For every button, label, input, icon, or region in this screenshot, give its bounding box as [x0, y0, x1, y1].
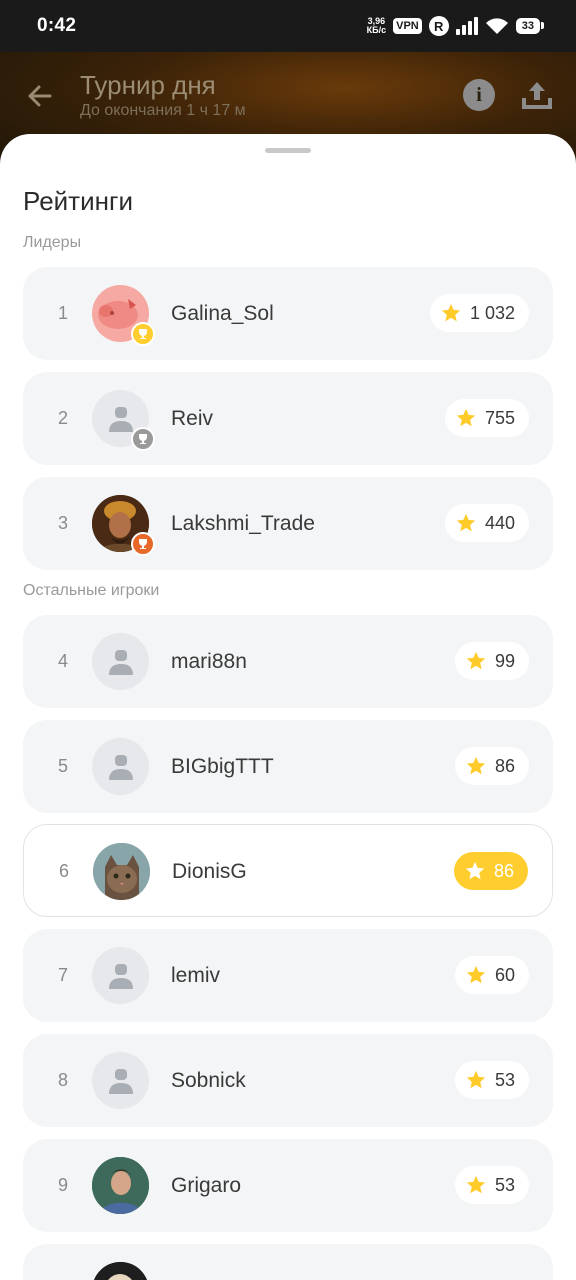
rank: 2: [57, 408, 68, 428]
sheet-title: Рейтинги: [23, 186, 133, 216]
status-icons: 3,96 КБ/с VPN R 33: [367, 16, 545, 36]
rank: 8: [57, 1070, 68, 1090]
player-name: mari88n: [171, 649, 247, 673]
share-button[interactable]: [520, 78, 554, 112]
score-badge: 86: [454, 747, 529, 785]
avatar: [92, 1052, 149, 1109]
player-name: lemiv: [171, 963, 221, 987]
rank: 7: [57, 965, 68, 985]
wifi-icon: [485, 18, 508, 34]
silver-trophy-icon: [131, 427, 155, 451]
others-label: Остальные игроки: [23, 582, 160, 599]
time-remaining: До окончания 1 ч 17 м: [80, 102, 246, 119]
rank: 5: [57, 756, 68, 776]
avatar: [92, 285, 155, 346]
current-user-row[interactable]: 6 DionisG 86: [23, 824, 553, 917]
gold-trophy-icon: [131, 322, 155, 346]
avatar: [92, 1262, 149, 1280]
score-value: 86: [493, 860, 514, 881]
leaderboard-row[interactable]: 4 mari88n 99: [23, 615, 553, 708]
star-icon: [465, 861, 485, 880]
star-icon: [466, 965, 486, 984]
score-badge: 440: [444, 504, 529, 542]
player-name: BIGbigTTT: [171, 754, 274, 778]
avatar: [92, 495, 155, 556]
leaders-label: Лидеры: [23, 234, 82, 251]
avatar: [92, 947, 149, 1004]
leaderboard-row[interactable]: [23, 1244, 553, 1280]
status-bar: 0:42 3,96 КБ/с VPN R 33: [0, 0, 576, 52]
default-user-icon: [108, 963, 133, 989]
leaderboard-row[interactable]: 9 Grigaro 53: [23, 1139, 553, 1232]
star-icon: [441, 303, 461, 322]
leaderboard-row[interactable]: 5 BIGbigTTT 86: [23, 720, 553, 813]
player-name: Galina_Sol: [171, 301, 274, 325]
player-name: Sobnick: [171, 1068, 246, 1092]
bronze-trophy-icon: [131, 532, 155, 556]
default-user-icon: [108, 406, 133, 432]
rank: 9: [57, 1175, 68, 1195]
leaderboard-row[interactable]: 8 Sobnick 53: [23, 1034, 553, 1127]
default-user-icon: [108, 754, 133, 780]
default-user-icon: [108, 649, 133, 675]
leaderboard-row[interactable]: 7 lemiv 60: [23, 929, 553, 1022]
star-icon: [456, 408, 476, 427]
signal-icon: [455, 17, 478, 35]
network-speed-unit: КБ/с: [366, 25, 387, 35]
avatar: [93, 843, 150, 900]
dog-avatar-image: [92, 1262, 149, 1280]
score-value: 440: [484, 512, 515, 533]
score-value: 755: [484, 407, 515, 428]
player-name: Lakshmi_Trade: [171, 511, 315, 535]
avatar: [92, 390, 155, 451]
ratings-sheet: Рейтинги Лидеры 1 Galina_Sol 1 032 2 Rei…: [0, 134, 576, 1280]
score-value: 53: [494, 1069, 515, 1090]
star-icon: [466, 1175, 486, 1194]
star-icon: [466, 651, 486, 670]
leaderboard-row[interactable]: 2 Reiv 755: [23, 372, 553, 465]
player-name: DionisG: [172, 859, 247, 883]
rank: 3: [57, 513, 68, 533]
info-button[interactable]: i: [463, 79, 495, 111]
cat-avatar-image: [93, 843, 150, 900]
page-title: Турнир дня: [80, 70, 216, 100]
vpn-icon: VPN: [393, 18, 422, 34]
back-button[interactable]: [24, 80, 56, 112]
avatar: [92, 738, 149, 795]
score-value: 86: [494, 755, 515, 776]
score-badge: 86: [453, 852, 528, 890]
leaderboard-row[interactable]: 1 Galina_Sol 1 032: [23, 267, 553, 360]
score-value: 60: [494, 964, 515, 985]
network-speed: 3,96 КБ/с: [367, 17, 386, 35]
score-badge: 60: [454, 956, 529, 994]
player-name: Reiv: [171, 406, 214, 430]
star-icon: [466, 756, 486, 775]
score-badge: 755: [444, 399, 529, 437]
score-badge: 53: [454, 1061, 529, 1099]
avatar: [92, 633, 149, 690]
score-badge: 99: [454, 642, 529, 680]
r-badge-icon: R: [428, 16, 449, 36]
rank: 1: [57, 303, 68, 323]
photo-avatar-image: [92, 1157, 149, 1214]
score-badge: 53: [454, 1166, 529, 1204]
info-icon: i: [476, 83, 482, 106]
arrow-left-icon: [28, 85, 52, 107]
rank: 4: [57, 651, 68, 671]
score-badge: 1 032: [429, 294, 529, 332]
battery-icon: 33: [515, 18, 545, 34]
player-name: Grigaro: [171, 1173, 242, 1197]
rank: 6: [58, 861, 69, 881]
star-icon: [466, 1070, 486, 1089]
drag-handle[interactable]: [265, 148, 311, 153]
share-upload-icon: [522, 82, 552, 109]
score-value: 99: [494, 650, 515, 671]
leaderboard-row[interactable]: 3 Lakshmi_Trade 440: [23, 477, 553, 570]
status-time: 0:42: [37, 15, 77, 36]
score-value: 1 032: [469, 302, 515, 323]
default-user-icon: [108, 1068, 133, 1094]
avatar: [92, 1157, 149, 1214]
score-value: 53: [494, 1174, 515, 1195]
star-icon: [456, 513, 476, 532]
